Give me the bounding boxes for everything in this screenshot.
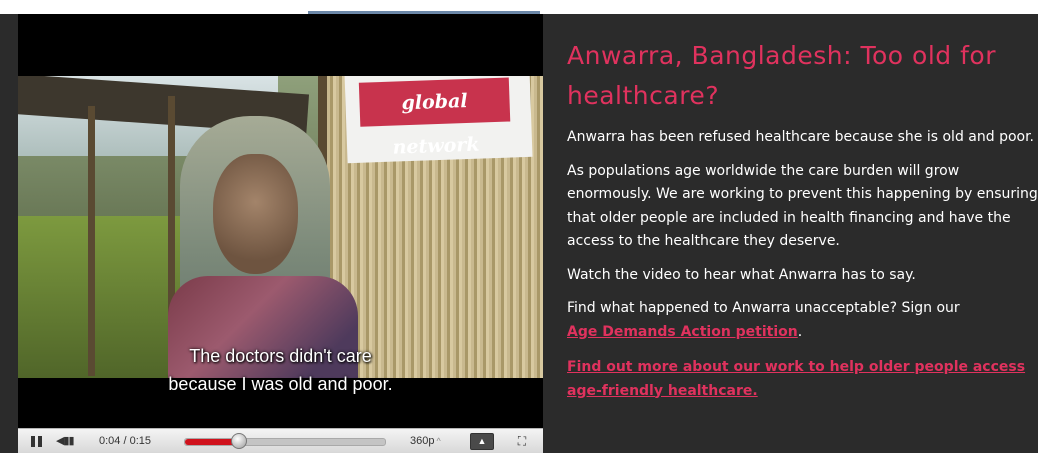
- paragraph-5: Find out more about our work to help old…: [567, 356, 1038, 403]
- video-controls: ◀▮▮ 0:04 / 0:15 360p ^ ▲ ⛶: [18, 428, 543, 453]
- video-frame[interactable]: global network: [18, 76, 543, 378]
- paragraph-4-text: Find what happened to Anwarra unacceptab…: [567, 300, 960, 316]
- article-title: Anwarra, Bangladesh: Too old for healthc…: [567, 41, 996, 110]
- article: Anwarra, Bangladesh: Too old for healthc…: [567, 36, 1038, 403]
- banner: global network: [344, 76, 533, 164]
- pause-icon[interactable]: [28, 429, 44, 453]
- scene-post: [88, 106, 95, 376]
- progress-thumb[interactable]: [231, 433, 247, 449]
- quality-label: 360p: [410, 435, 435, 447]
- paragraph-4-end: .: [797, 323, 803, 340]
- quality-selector[interactable]: 360p ^: [410, 429, 441, 453]
- paragraph-2: As populations age worldwide the care bu…: [567, 162, 1038, 250]
- paragraph-3: Watch the video to hear what Anwarra has…: [567, 266, 916, 283]
- person-face: [213, 154, 298, 274]
- caret-up-icon: ^: [436, 436, 441, 446]
- subtitle-line-2: because I was old and poor.: [168, 374, 393, 394]
- more-info-link[interactable]: Find out more about our work to help old…: [567, 359, 1025, 399]
- paragraph-4: Find what happened to Anwarra unacceptab…: [567, 297, 1038, 344]
- progress-bar[interactable]: [184, 429, 386, 453]
- petition-link[interactable]: Age Demands Action petition: [567, 324, 798, 340]
- video-player[interactable]: global network The doctors didn't care b…: [18, 14, 543, 453]
- banner-label: global network: [358, 77, 511, 159]
- paragraph-1: Anwarra has been refused healthcare beca…: [567, 129, 1035, 145]
- popout-button[interactable]: ▲: [470, 433, 494, 450]
- subtitle-line-1: The doctors didn't care: [189, 346, 372, 366]
- volume-icon[interactable]: ◀▮▮: [56, 429, 84, 453]
- time-display: 0:04 / 0:15: [99, 435, 151, 447]
- fullscreen-icon[interactable]: ⛶: [512, 432, 532, 450]
